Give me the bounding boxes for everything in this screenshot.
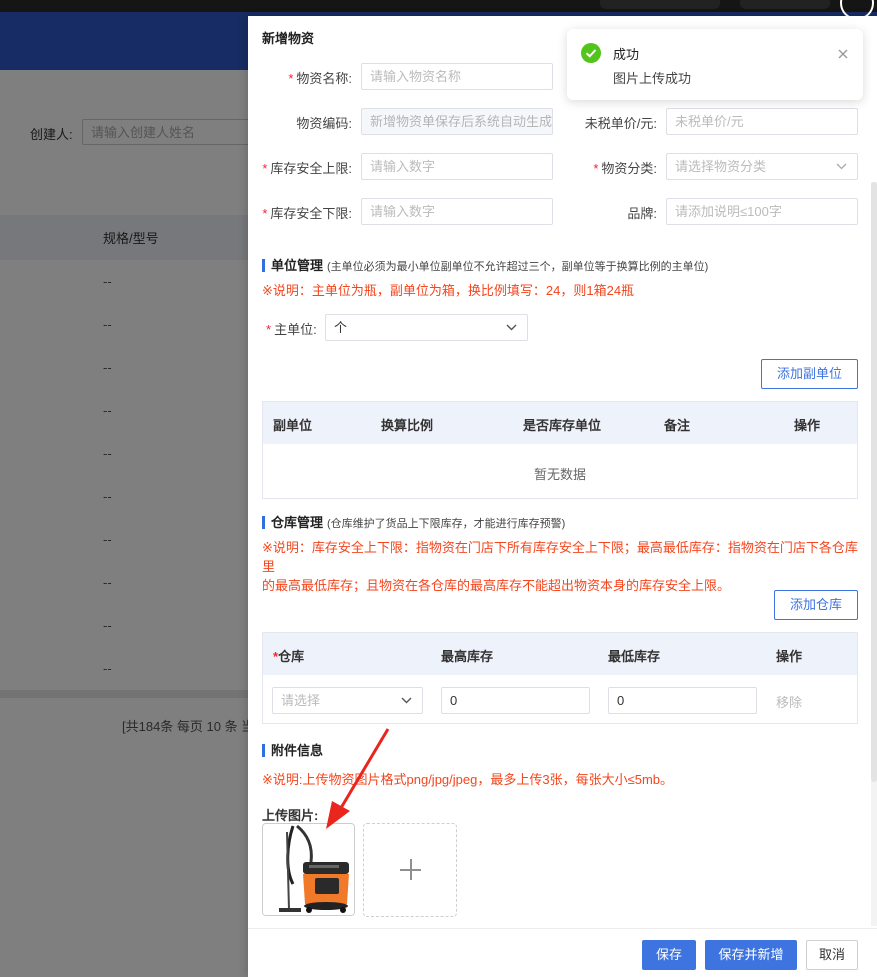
category-select[interactable]: 请选择物资分类 [666,153,858,180]
col-warehouse: *仓库 [273,649,305,664]
warehouse-section-title: 仓库管理 (仓库维护了货品上下限库存，才能进行库存预警) [262,512,565,531]
material-code-label: 物资编码: [296,116,352,131]
drawer-title: 新增物资 [262,31,315,46]
col-sub-unit: 副单位 [273,418,313,433]
add-warehouse-button[interactable]: 添加仓库 [774,590,858,620]
unit-instruction: ※说明：主单位为瓶，副单位为箱，换比例填写：24，则1箱24瓶 [262,283,635,298]
col-max-stock: 最高库存 [441,649,494,664]
col-ratio: 换算比例 [381,418,434,433]
success-check-icon [581,43,601,63]
material-code-input: 新增物资单保存后系统自动生成 [361,108,553,135]
stock-lower-label: * 库存安全下限: [262,206,352,221]
col-min-stock: 最低库存 [608,649,661,664]
save-button[interactable]: 保存 [642,940,696,970]
warehouse-table: *仓库 最高库存 最低库存 操作 请选择 0 0 移除 [262,632,858,724]
warehouse-table-header [263,633,857,675]
min-stock-input[interactable]: 0 [608,687,757,714]
save-and-new-button[interactable]: 保存并新增 [705,940,797,970]
brand-label: 品牌: [627,206,657,221]
main-unit-label: * 主单位: [266,322,317,337]
chevron-down-icon [401,688,412,704]
col-warehouse-action: 操作 [776,649,803,664]
col-is-stock-unit: 是否库存单位 [523,418,602,433]
plus-icon [410,859,412,880]
footer-divider [248,928,877,929]
add-image-uploader[interactable] [363,823,457,917]
col-remark: 备注 [664,418,691,433]
unit-section-title: 单位管理 (主单位必须为最小单位副单位不允许超过三个，副单位等于换算比例的主单位) [262,255,708,274]
success-notification: 成功 图片上传成功 [567,29,863,100]
max-stock-input[interactable]: 0 [441,687,590,714]
stock-upper-input[interactable]: 请输入数字 [361,153,553,180]
vacuum-cleaner-image [263,824,354,915]
category-label: * 物资分类: [593,161,657,176]
brand-input[interactable]: 请添加说明≤100字 [666,198,858,225]
untaxed-price-label: 未税单价/元: [584,116,657,131]
main-unit-select[interactable]: 个 [325,314,528,341]
material-name-label: * 物资名称: [288,71,352,86]
stock-lower-input[interactable]: 请输入数字 [361,198,553,225]
material-name-input[interactable]: 请输入物资名称 [361,63,553,90]
warehouse-instruction: ※说明：库存安全上下限：指物资在门店下所有库存安全上下限；最高最低库存：指物资在… [262,540,858,593]
notification-title: 成功 [613,47,640,62]
col-action: 操作 [794,418,821,433]
sub-unit-table: 副单位 换算比例 是否库存单位 备注 操作 暂无数据 [262,401,858,499]
red-arrow-annotation [326,728,390,829]
remove-warehouse-link[interactable]: 移除 [776,692,802,711]
stock-upper-label: * 库存安全上限: [262,161,352,176]
cancel-button[interactable]: 取消 [806,940,858,970]
add-sub-unit-button[interactable]: 添加副单位 [761,359,858,389]
untaxed-price-input[interactable]: 未税单价/元 [666,108,858,135]
notification-message: 图片上传成功 [613,71,692,86]
chevron-down-icon [506,315,517,331]
scrollbar-thumb[interactable] [871,182,877,782]
upload-image-label: 上传图片: [262,808,319,823]
close-icon[interactable] [837,48,849,60]
empty-state-text: 暂无数据 [533,467,586,482]
uploaded-image-thumbnail[interactable] [262,823,355,916]
chevron-down-icon [836,154,847,170]
warehouse-select[interactable]: 请选择 [272,687,423,714]
attachment-section-title: 附件信息 [262,740,323,759]
